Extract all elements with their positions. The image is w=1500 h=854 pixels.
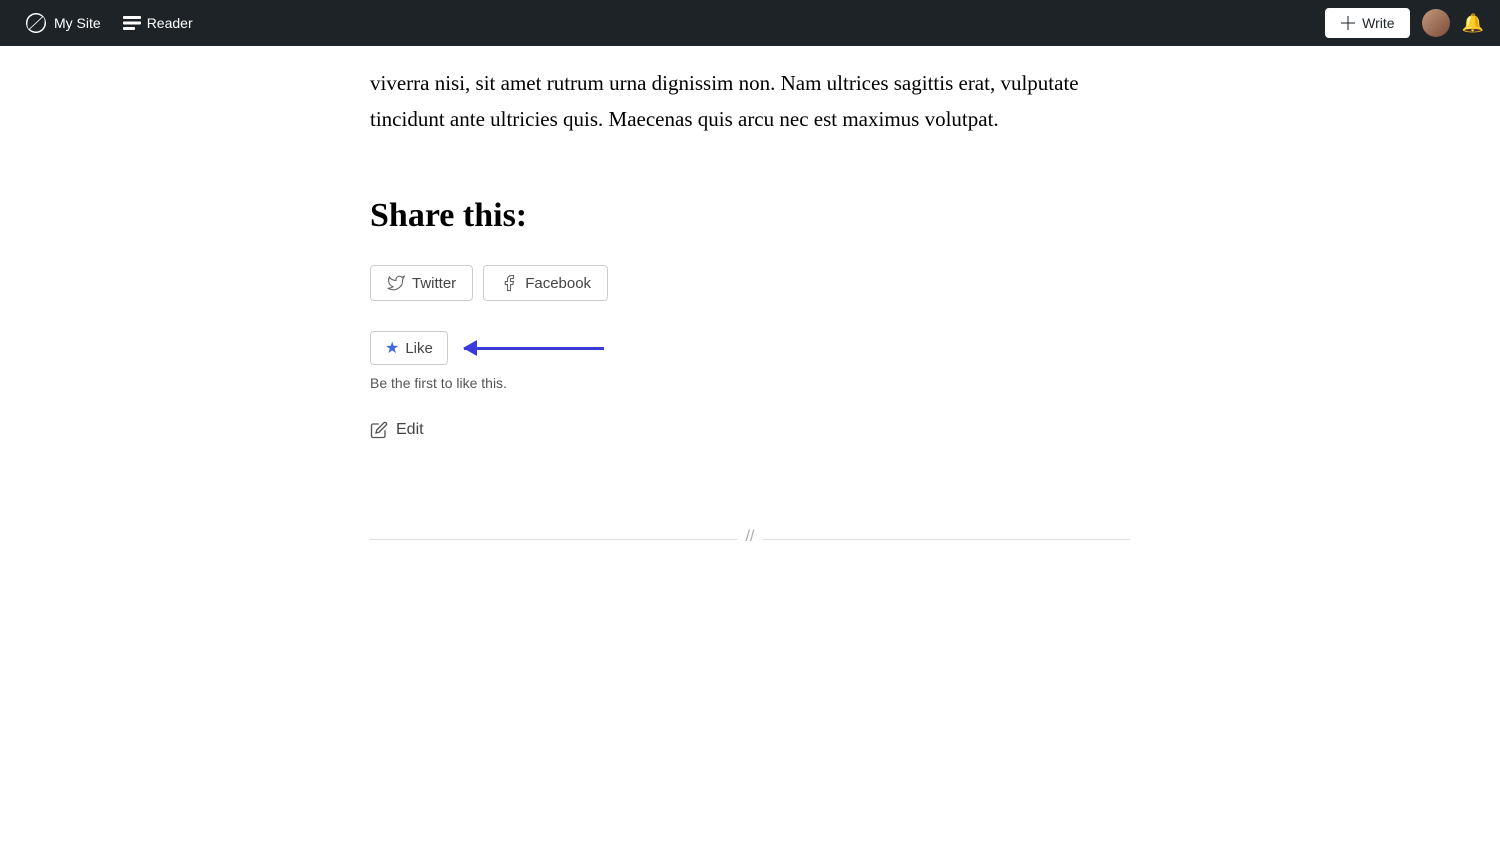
- twitter-share-button[interactable]: Twitter: [370, 265, 473, 301]
- write-label: Write: [1362, 15, 1394, 31]
- edit-link[interactable]: Edit: [370, 421, 1130, 439]
- article-body-text: viverra nisi, sit amet rutrum urna digni…: [370, 46, 1130, 137]
- reader-nav-item[interactable]: Reader: [115, 11, 201, 35]
- edit-label: Edit: [396, 421, 424, 439]
- like-section: ★ Like Be the first to like this.: [370, 331, 1130, 391]
- reader-label: Reader: [147, 15, 193, 31]
- like-row: ★ Like: [370, 331, 1130, 365]
- facebook-button-label: Facebook: [525, 275, 591, 292]
- share-section: Share this: Twitter Facebook ★ Like: [370, 197, 1130, 439]
- facebook-icon: [500, 274, 518, 292]
- reader-icon: [123, 16, 141, 30]
- edit-section: Edit: [370, 421, 1130, 439]
- wordpress-logo-icon: [24, 11, 48, 35]
- like-button[interactable]: ★ Like: [370, 331, 448, 365]
- write-icon: [1340, 15, 1356, 31]
- write-button[interactable]: Write: [1325, 8, 1409, 38]
- mysite-nav-item[interactable]: My Site: [16, 7, 109, 39]
- like-button-label: Like: [405, 340, 433, 357]
- share-buttons: Twitter Facebook: [370, 265, 1130, 301]
- navbar-right: Write 🔔: [1325, 8, 1484, 38]
- mysite-label: My Site: [54, 15, 101, 31]
- like-subtext: Be the first to like this.: [370, 375, 1130, 391]
- edit-icon: [370, 421, 388, 439]
- blue-arrow-indicator: [464, 347, 604, 350]
- avatar[interactable]: [1422, 9, 1450, 37]
- facebook-share-button[interactable]: Facebook: [483, 265, 608, 301]
- footer-divider: [370, 539, 1130, 540]
- share-title: Share this:: [370, 197, 1130, 235]
- avatar-image: [1422, 9, 1450, 37]
- arrow-line: [464, 347, 604, 350]
- main-content: viverra nisi, sit amet rutrum urna digni…: [350, 0, 1150, 540]
- notifications-icon[interactable]: 🔔: [1462, 13, 1484, 34]
- twitter-icon: [387, 274, 405, 292]
- navbar-left: My Site Reader: [16, 7, 201, 39]
- twitter-button-label: Twitter: [412, 275, 456, 292]
- navbar: My Site Reader Write 🔔: [0, 0, 1500, 46]
- star-icon: ★: [385, 338, 399, 358]
